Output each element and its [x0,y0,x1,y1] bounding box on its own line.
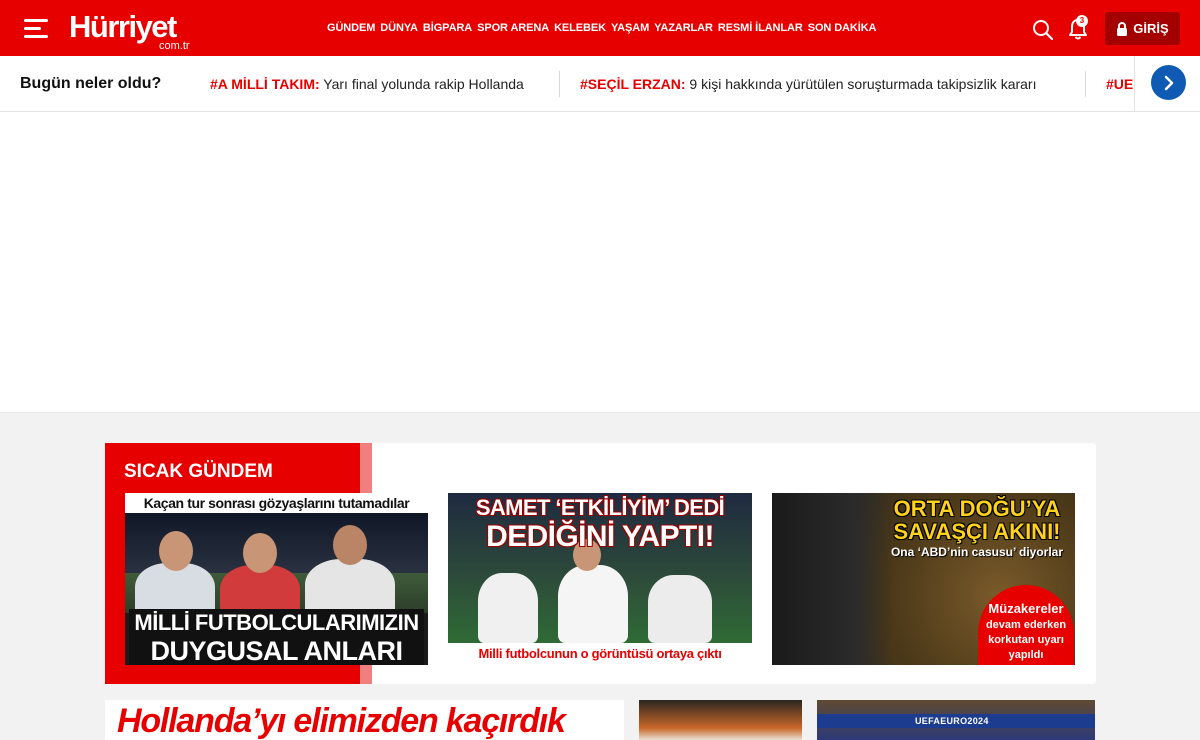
hot-news-card[interactable]: SAMET ‘ETKİLİYİM’ DEDİ DEDİĞİNİ YAPTI! M… [448,493,752,665]
card-headline-line2: DEDİĞİNİ YAPTI! [486,520,714,553]
ticker-text: 9 kişi hakkında yürütülen soruşturmada t… [685,76,1037,92]
card-badge-line2: devam ederken korkutan uyarı yapıldı [985,619,1067,661]
nav-bigpara[interactable]: BİGPARA [423,22,472,35]
headline-card[interactable]: Hollanda’yı elimizden kaçırdık [105,700,624,740]
lock-icon [1117,21,1128,36]
ticker-text: Yarı final yolunda rakip Hollanda [319,76,524,92]
nav-dunya[interactable]: DÜNYA [380,22,418,35]
today-bar: Bugün neler oldu? #A MİLLİ TAKIM: Yarı f… [0,56,1200,112]
ticker-divider [1085,71,1086,97]
nav-resmi-ilanlar[interactable]: RESMİ İLANLAR [718,22,803,35]
nav-gundem[interactable]: GÜNDEM [327,22,375,35]
nav-son-dakika[interactable]: SON DAKİKA [808,22,877,35]
nav-yasam[interactable]: YAŞAM [611,22,649,35]
top-header: Hürriyet com.tr GÜNDEM DÜNYA BİGPARA SPO… [0,0,1200,56]
player-head [243,533,277,573]
card-caption: Milli futbolcunun o görüntüsü ortaya çık… [448,643,752,665]
card-subline: Ona ‘ABD’nin casusu’ diyorlar [890,545,1064,559]
ticker-tag: #UE [1106,76,1134,92]
card-badge-line1: Müzakereler [988,601,1064,616]
search-icon[interactable] [1032,19,1054,41]
ticker-item[interactable]: #SEÇİL ERZAN: 9 kişi hakkında yürütülen … [580,76,1036,92]
card-headline-line2: SAVAŞÇI AKINI! [893,519,1061,544]
card-caption-line2: DUYGUSAL ANLARI [129,637,424,665]
login-label: GİRİŞ [1133,21,1169,36]
nav-yazarlar[interactable]: YAZARLAR [654,22,713,35]
euro-label: UEFAEURO2024 [915,716,989,726]
site-logo[interactable]: Hürriyet com.tr [69,9,204,53]
player-head [333,525,367,565]
logo-subtext: com.tr [159,40,190,52]
ticker-divider [559,71,560,97]
ticker-item[interactable]: #A MİLLİ TAKIM: Yarı final yolunda rakip… [210,76,524,92]
news-ticker: #A MİLLİ TAKIM: Yarı final yolunda rakip… [194,56,1134,111]
player-figure [648,575,712,643]
today-title: Bugün neler oldu? [20,75,162,92]
soldier-figure [772,493,892,665]
ticker-item[interactable]: #UE [1106,76,1133,92]
headline-text: Hollanda’yı elimizden kaçırdık [117,702,566,740]
card-headline-line1: ORTA DOĞU’YA [893,496,1061,521]
card-headline-line1: SAMET ‘ETKİLİYİM’ DEDİ [475,495,725,520]
notification-badge: 3 [1076,15,1088,27]
player-head [159,531,193,571]
card-top-line: Kaçan tur sonrası gözyaşlarını tutamadıl… [125,493,428,513]
chevron-right-icon [1164,75,1173,90]
ticker-edge-divider [1134,56,1135,111]
ticker-tag: #SEÇİL ERZAN: [580,76,686,92]
login-button[interactable]: GİRİŞ [1105,12,1180,45]
news-thumbnail[interactable]: UEFAEURO2024 [817,700,1095,740]
player-figure [478,573,538,643]
hot-topics-title: SICAK GÜNDEM [124,461,273,482]
card-caption-line1: MİLLİ FUTBOLCULARIMIZIN [129,609,424,637]
main-nav: GÜNDEM DÜNYA BİGPARA SPOR ARENA KELEBEK … [327,22,876,35]
ad-space [0,113,1200,412]
hamburger-menu-icon[interactable] [24,19,48,38]
nav-spor-arena[interactable]: SPOR ARENA [477,22,549,35]
ticker-next-button[interactable] [1151,65,1186,100]
hot-news-card[interactable]: Kaçan tur sonrası gözyaşlarını tutamadıl… [125,493,428,665]
player-figure [558,565,628,643]
news-thumbnail[interactable] [639,700,802,740]
ticker-tag: #A MİLLİ TAKIM: [210,76,320,92]
nav-kelebek[interactable]: KELEBEK [554,22,606,35]
hot-news-card[interactable]: ORTA DOĞU’YA SAVAŞÇI AKINI! Ona ‘ABD’nin… [772,493,1075,665]
